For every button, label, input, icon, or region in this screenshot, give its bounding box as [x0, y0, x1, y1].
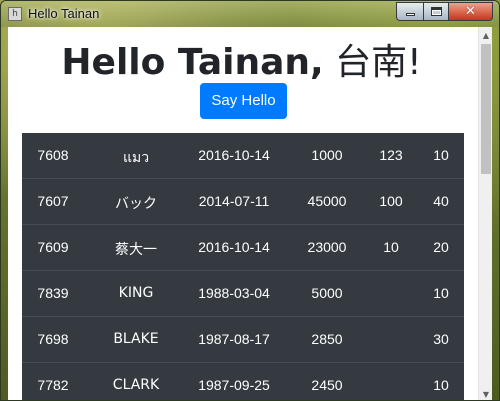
cell-date: 2016-10-14: [198, 147, 270, 163]
scroll-up-icon[interactable]: ▲: [479, 27, 492, 43]
vertical-scrollbar[interactable]: ▲ ▼: [478, 27, 492, 400]
cell-id: 7607: [37, 193, 69, 209]
heading-latin: Hello Tainan,: [61, 42, 324, 83]
table-row: 7609 蔡大一 2016-10-14 23000 10 20: [22, 225, 464, 271]
cell-id: 7608: [37, 147, 69, 163]
table-row: 7698 BLAKE 1987-08-17 2850 30: [22, 317, 464, 363]
cell-dept: 30: [433, 331, 449, 347]
scroll-down-icon[interactable]: ▼: [479, 386, 492, 400]
cell-dept: 10: [433, 285, 449, 301]
maximize-icon: [430, 7, 442, 16]
table-row: 7607 バック 2014-07-11 45000 100 40: [22, 179, 464, 225]
heading-cjk: 台南!: [335, 42, 422, 83]
cell-salary: 23000: [307, 239, 347, 255]
cell-date: 1988-03-04: [198, 285, 270, 301]
cell-date: 2014-07-11: [198, 193, 270, 209]
cell-salary: 45000: [307, 193, 347, 209]
maximize-button[interactable]: [423, 2, 449, 21]
minimize-icon: [405, 13, 415, 16]
minimize-button[interactable]: [396, 2, 423, 21]
title-bar[interactable]: h Hello Tainan ✕: [1, 1, 499, 27]
cell-date: 1987-08-17: [198, 331, 270, 347]
table-row: 7782 CLARK 1987-09-25 2450 10: [22, 363, 464, 400]
cell-name: BLAKE: [113, 331, 159, 347]
cell-id: 7609: [37, 239, 69, 255]
cell-salary: 1000: [311, 147, 343, 163]
table-row: 7839 KING 1988-03-04 5000 10: [22, 271, 464, 317]
cell-name: 蔡大一: [115, 242, 157, 258]
cell-id: 7698: [37, 331, 69, 347]
app-icon: h: [8, 7, 22, 21]
cell-id: 7782: [37, 377, 69, 393]
cell-name: CLARK: [112, 377, 160, 393]
cell-name: KING: [118, 285, 154, 301]
cell-date: 1987-09-25: [198, 377, 270, 393]
say-hello-button[interactable]: Say Hello: [200, 83, 287, 119]
cell-comm: 123: [379, 147, 403, 163]
cell-date: 2016-10-14: [198, 239, 270, 255]
window-title: Hello Tainan: [28, 6, 100, 21]
cell-comm: 100: [379, 193, 403, 209]
cell-salary: 5000: [311, 285, 343, 301]
scrollbar-thumb[interactable]: [481, 44, 491, 174]
page-title: Hello Tainan, 台南!: [8, 33, 475, 85]
cell-dept: 20: [433, 239, 449, 255]
cell-dept: 40: [433, 193, 449, 209]
cell-name: แมว: [122, 150, 150, 166]
table-row: 7608 แมว 2016-10-14 1000 123 10: [22, 133, 464, 179]
cell-dept: 10: [433, 147, 449, 163]
app-window: h Hello Tainan ✕ Hello Tainan, 台南! Say H…: [0, 0, 500, 401]
cell-salary: 2850: [311, 331, 343, 347]
window-controls: ✕: [396, 2, 493, 21]
data-table: 7608 แมว 2016-10-14 1000 123 10 7607 バック 2014-07…: [22, 133, 464, 400]
cell-comm: 10: [383, 239, 399, 255]
cell-dept: 10: [433, 377, 449, 393]
close-button[interactable]: ✕: [449, 2, 493, 21]
cell-salary: 2450: [311, 377, 343, 393]
cell-id: 7839: [37, 285, 69, 301]
page-content: Hello Tainan, 台南! Say Hello 7608 แมว 2016-…: [8, 27, 492, 400]
cell-name: バック: [115, 196, 157, 212]
close-icon: ✕: [465, 4, 476, 19]
